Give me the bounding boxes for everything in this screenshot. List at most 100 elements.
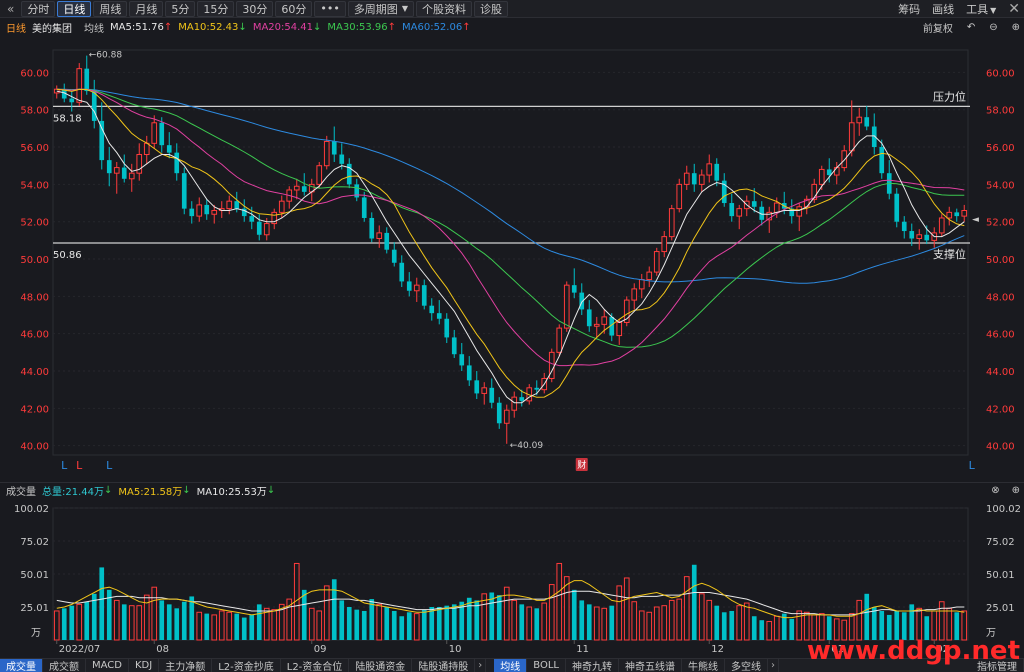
candle bbox=[593, 316, 600, 338]
candle-body-down bbox=[234, 201, 240, 209]
tab-kdj[interactable]: KDJ bbox=[129, 659, 160, 672]
volume-bar-up bbox=[683, 576, 690, 641]
diagnose-button[interactable]: 诊股 bbox=[473, 0, 508, 17]
candle bbox=[346, 158, 352, 189]
y-tick-left: 44.00 bbox=[20, 367, 49, 378]
volume-bar-down bbox=[234, 613, 240, 640]
volume-bar-up bbox=[211, 614, 218, 641]
tab-magic-five[interactable]: 神奇五线谱 bbox=[619, 659, 682, 672]
candle bbox=[796, 203, 803, 232]
chevron-right-icon[interactable]: › bbox=[475, 659, 487, 672]
volume-info-bar: 成交量 总量:21.44万 ↓ MA5:21.58万 ↓ MA10:25.53万 ↓ … bbox=[0, 482, 1024, 498]
chips-button[interactable]: 筹码 bbox=[898, 1, 920, 17]
candle-body-up bbox=[698, 174, 705, 185]
volume-label: 成交量 bbox=[6, 487, 36, 498]
volume-bar-up bbox=[796, 610, 803, 641]
volume-bar-down bbox=[301, 589, 307, 640]
volume-bar-up bbox=[698, 593, 705, 641]
volume-bar-up bbox=[623, 577, 630, 641]
volume-chart[interactable]: 100.02 100.02 75.02 75.02 50.01 50.01 25.01 25.… bbox=[0, 498, 1024, 658]
y-tick-right: 58.00 bbox=[986, 106, 1015, 117]
tab-l2-bottom[interactable]: L2-资金抄底 bbox=[212, 659, 281, 672]
tab-long-short[interactable]: 多空线 bbox=[725, 659, 768, 672]
caret-down-icon: ▼ bbox=[401, 4, 408, 13]
volume-bar-down bbox=[166, 604, 172, 640]
stock-info-button[interactable]: 个股资料 bbox=[415, 0, 472, 17]
candle-body-down bbox=[691, 173, 697, 185]
tab-hk-connect-hold[interactable]: 陆股通持股 bbox=[412, 659, 476, 672]
candle bbox=[789, 199, 795, 224]
candle bbox=[106, 147, 112, 187]
y-tick-right: 50.00 bbox=[986, 255, 1015, 266]
x-label: 10 bbox=[449, 644, 462, 655]
plus-circle-icon[interactable]: ⊕ bbox=[1012, 485, 1020, 496]
candle-body-down bbox=[451, 337, 457, 355]
candle-body-up bbox=[938, 217, 945, 234]
tab-hk-connect-fund[interactable]: 陆股通资金 bbox=[349, 659, 413, 672]
candle bbox=[99, 102, 105, 170]
vol-ma10: MA10:25.53万 bbox=[196, 487, 267, 498]
tab-monthly[interactable]: 月线 bbox=[129, 0, 164, 17]
tab-macd[interactable]: MACD bbox=[86, 659, 129, 672]
close-circle-icon[interactable]: ⊗ bbox=[991, 485, 999, 496]
volume-bar-down bbox=[339, 600, 345, 640]
y-tick-left: 58.00 bbox=[20, 106, 49, 117]
candle-body-up bbox=[646, 271, 653, 281]
candle bbox=[638, 273, 645, 299]
tab-l2-position[interactable]: L2-资金合位 bbox=[281, 659, 350, 672]
tab-volume[interactable]: 成交量 bbox=[0, 659, 43, 672]
tab-15min[interactable]: 15分 bbox=[197, 0, 235, 17]
tab-5min[interactable]: 5分 bbox=[165, 0, 196, 17]
plus-circle-icon[interactable]: ⊕ bbox=[1012, 22, 1020, 33]
candle bbox=[369, 212, 375, 243]
candle bbox=[429, 298, 435, 321]
candle bbox=[916, 229, 923, 250]
vol-ma5: MA5:21.58万 bbox=[118, 487, 183, 498]
candle-body-up bbox=[601, 316, 608, 325]
candle-body-down bbox=[384, 232, 390, 250]
candle-body-up bbox=[833, 167, 840, 176]
chevron-right-icon[interactable]: › bbox=[768, 659, 779, 672]
tab-boll[interactable]: BOLL bbox=[527, 659, 566, 672]
tab-turnover[interactable]: 成交额 bbox=[43, 659, 86, 672]
y-tick-left: 42.00 bbox=[20, 404, 49, 415]
tab-ma[interactable]: 均线 bbox=[494, 659, 528, 672]
back-icon[interactable]: « bbox=[2, 1, 19, 17]
x-label: 12 bbox=[711, 644, 724, 655]
candle-body-down bbox=[69, 98, 75, 103]
draw-line-button[interactable]: 画线 bbox=[932, 1, 954, 17]
candlestick-chart[interactable]: 60.00 60.00 58.00 58.00 56.00 56.00 54.00 54.00… bbox=[0, 36, 1024, 482]
multi-period-dropdown[interactable]: 多周期图 ▼ bbox=[347, 0, 414, 17]
vol-y-tick-left: 25.01 bbox=[20, 603, 49, 614]
volume-bar-down bbox=[346, 607, 352, 640]
adjust-button[interactable]: 前复权 bbox=[923, 20, 953, 35]
tab-main-net[interactable]: 主力净额 bbox=[159, 659, 213, 672]
volume-bar-down bbox=[609, 605, 615, 640]
tab-60min[interactable]: 60分 bbox=[275, 0, 313, 17]
tab-daily[interactable]: 日线 bbox=[57, 0, 92, 17]
tab-weekly[interactable]: 周线 bbox=[93, 0, 128, 17]
ma20-value: MA20:54.41 bbox=[252, 21, 314, 33]
candle bbox=[444, 313, 450, 344]
candle-body-down bbox=[159, 122, 165, 146]
candle bbox=[946, 206, 953, 226]
tab-magic-nine[interactable]: 神奇九转 bbox=[566, 659, 619, 672]
more-button[interactable]: ••• bbox=[314, 0, 346, 17]
close-icon[interactable]: ✕ bbox=[1008, 1, 1020, 17]
resistance-label: 压力位 bbox=[933, 89, 966, 103]
candle bbox=[413, 277, 420, 302]
arrow-up-icon: ↑ bbox=[387, 21, 396, 33]
period-toolbar: « 分时 日线 周线 月线 5分 15分 30分 60分 ••• 多周期图 ▼ 个… bbox=[0, 0, 1024, 18]
signal-marker: L bbox=[76, 459, 83, 472]
volume-bar-up bbox=[541, 602, 548, 641]
tab-30min[interactable]: 30分 bbox=[236, 0, 274, 17]
high-label: ←60.88 bbox=[89, 51, 123, 61]
tools-menu[interactable]: 工具 ▼ bbox=[966, 1, 996, 17]
tab-intraday[interactable]: 分时 bbox=[21, 0, 56, 17]
undo-icon[interactable]: ↶ bbox=[967, 22, 975, 33]
minus-circle-icon[interactable]: ⊖ bbox=[989, 22, 997, 33]
period-label: 日线 bbox=[6, 23, 26, 35]
tab-bull-bear[interactable]: 牛熊线 bbox=[682, 659, 725, 672]
candle-body-down bbox=[864, 117, 870, 127]
candle-body-up bbox=[796, 206, 803, 217]
